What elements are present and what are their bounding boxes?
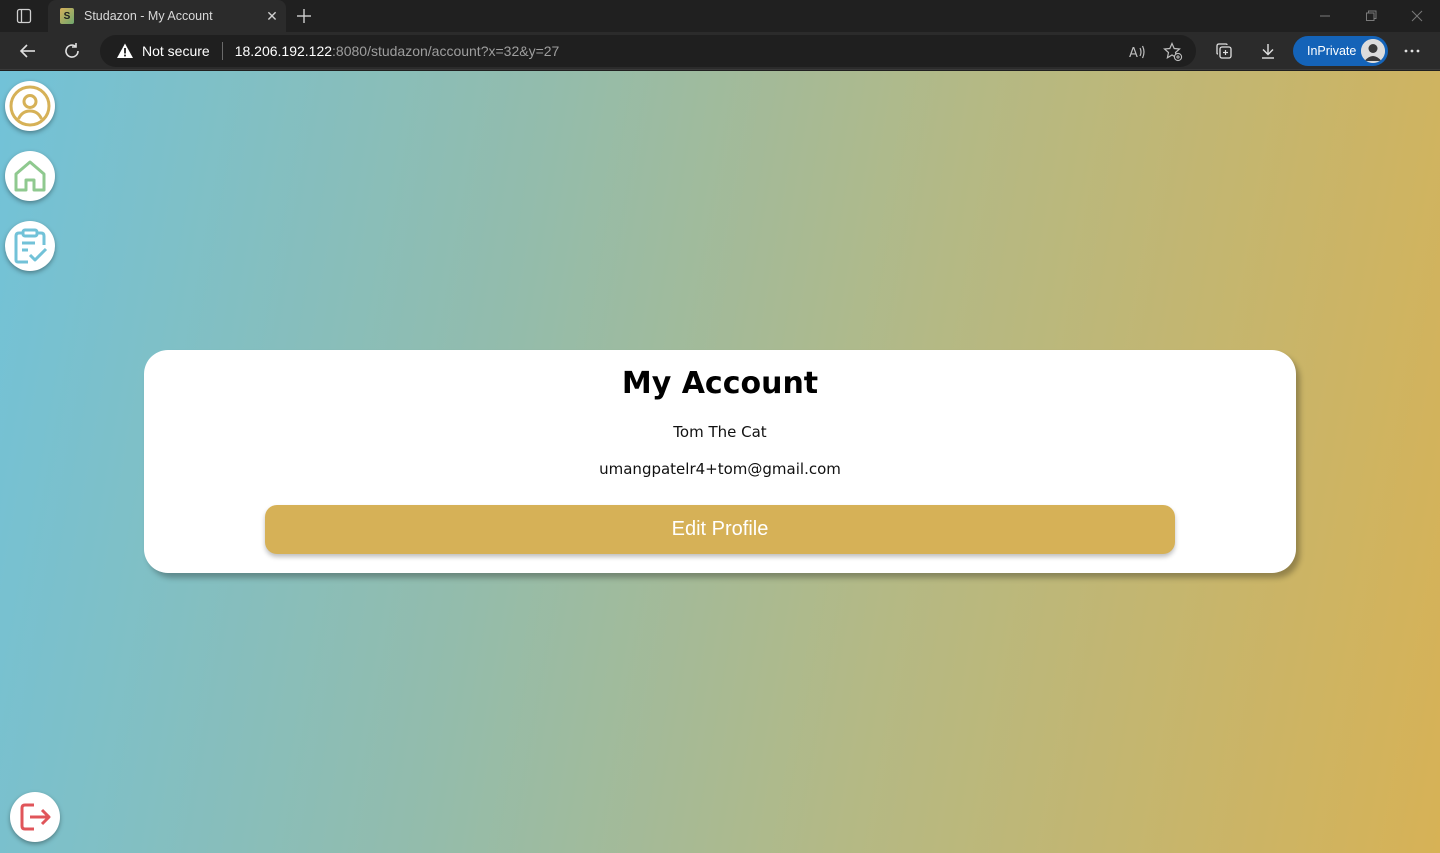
user-circle-icon xyxy=(9,85,51,127)
tab-close-icon[interactable]: ✕ xyxy=(258,2,286,30)
logout-icon xyxy=(20,803,51,831)
new-tab-icon[interactable] xyxy=(292,4,316,28)
favicon-icon: S xyxy=(60,8,74,24)
tab-bar: S Studazon - My Account ✕ xyxy=(0,0,1440,32)
sidebar-item-home[interactable] xyxy=(5,151,55,201)
warning-icon xyxy=(117,43,133,58)
reload-icon[interactable] xyxy=(57,36,87,66)
user-name: Tom The Cat xyxy=(673,423,767,441)
clipboard-check-icon xyxy=(14,228,48,264)
home-icon xyxy=(14,160,46,192)
add-favorite-icon[interactable] xyxy=(1162,41,1184,63)
address-bar[interactable]: Not secure 18.206.192.122:8080/studazon/… xyxy=(100,35,1196,67)
close-window-icon[interactable] xyxy=(1394,0,1440,32)
security-label: Not secure xyxy=(142,43,210,59)
url-host: 18.206.192.122 xyxy=(234,43,333,59)
browser-tab[interactable]: S Studazon - My Account ✕ xyxy=(48,0,286,32)
profile-avatar-icon xyxy=(1361,39,1385,63)
read-aloud-icon[interactable]: A xyxy=(1126,41,1148,63)
sidebar-item-tasks[interactable] xyxy=(5,221,55,271)
security-indicator[interactable]: Not secure xyxy=(116,42,210,60)
sidebar-item-account[interactable] xyxy=(5,81,55,131)
logout-button[interactable] xyxy=(10,792,60,842)
settings-more-icon[interactable] xyxy=(1397,36,1427,66)
tab-actions-icon[interactable] xyxy=(8,6,40,26)
restore-icon[interactable] xyxy=(1348,0,1394,32)
inprivate-label: InPrivate xyxy=(1307,44,1357,58)
url-path: :8080/studazon/account?x=32&y=27 xyxy=(332,43,560,59)
page-viewport: My Account Tom The Cat umangpatelr4+tom@… xyxy=(0,71,1440,853)
inprivate-button[interactable]: InPrivate xyxy=(1293,36,1388,66)
collections-icon[interactable] xyxy=(1209,36,1239,66)
user-email: umangpatelr4+tom@gmail.com xyxy=(599,460,841,478)
page-title: My Account xyxy=(621,366,819,401)
address-separator xyxy=(221,42,223,60)
browser-toolbar: Not secure 18.206.192.122:8080/studazon/… xyxy=(0,32,1440,70)
tab-title: Studazon - My Account xyxy=(84,9,213,23)
minimize-icon[interactable] xyxy=(1302,0,1348,32)
back-icon[interactable] xyxy=(13,36,43,66)
edit-profile-button[interactable]: Edit Profile xyxy=(265,505,1175,554)
svg-text:A: A xyxy=(1129,46,1138,61)
account-card: My Account Tom The Cat umangpatelr4+tom@… xyxy=(144,350,1296,573)
downloads-icon[interactable] xyxy=(1253,36,1283,66)
